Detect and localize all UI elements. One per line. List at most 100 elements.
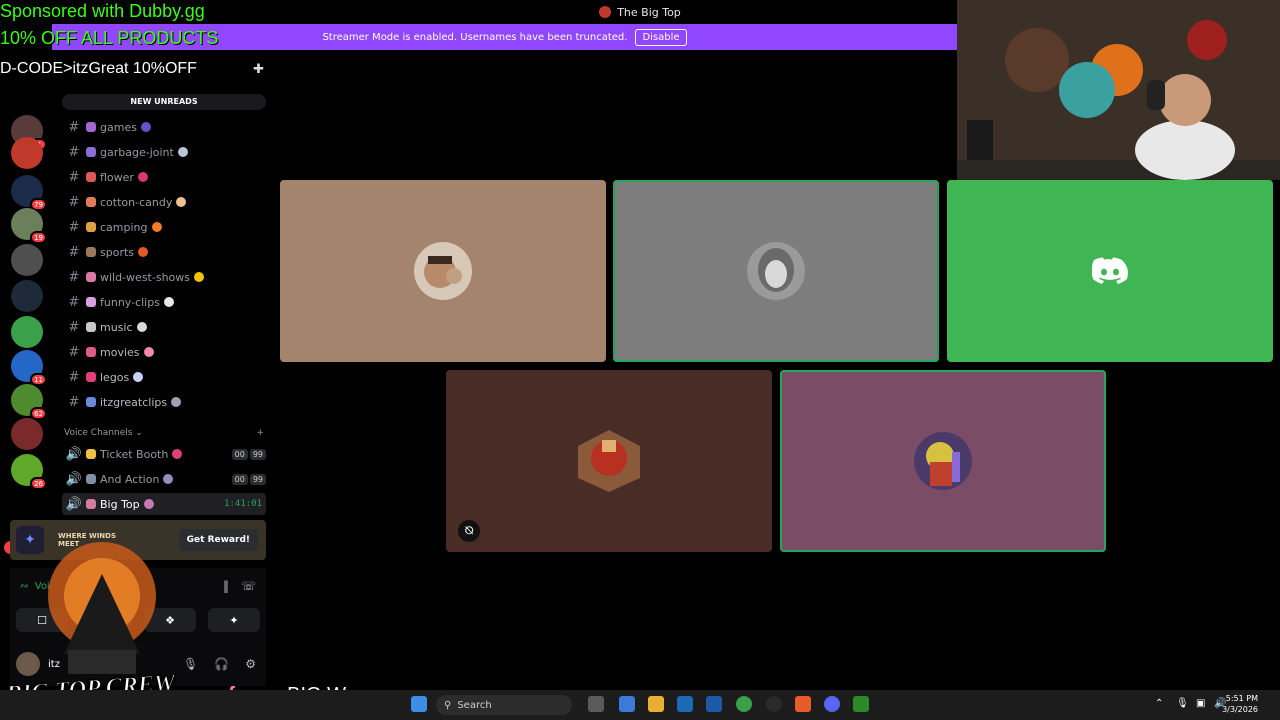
channel-label: wild-west-shows xyxy=(100,270,190,284)
file-explorer-icon[interactable] xyxy=(648,696,664,712)
server-icon[interactable]: 26 xyxy=(11,454,47,490)
outlook-icon[interactable] xyxy=(706,696,722,712)
skull-icon xyxy=(163,297,174,307)
channel-label: itzgreatclips xyxy=(100,395,168,409)
hash-icon: # xyxy=(68,369,80,385)
disconnect-icon[interactable]: ☏ xyxy=(241,579,256,593)
obs-icon[interactable] xyxy=(766,696,782,712)
chrome-icon[interactable] xyxy=(736,696,752,712)
hash-icon: # xyxy=(68,319,80,335)
store-icon[interactable] xyxy=(677,696,693,712)
channel-emoji-icon xyxy=(86,272,96,282)
channel-emoji-icon xyxy=(86,147,96,157)
webcam-overlay xyxy=(957,0,1280,180)
speaker-icon: 🔊 xyxy=(65,496,83,512)
app-icon[interactable] xyxy=(853,696,869,712)
channel-emoji-icon xyxy=(86,499,96,509)
new-unreads-pill[interactable]: NEW UNREADS xyxy=(62,94,266,110)
hash-icon: # xyxy=(68,194,80,210)
channel-emoji-icon xyxy=(86,347,96,357)
voice-channel-label: And Action xyxy=(100,472,160,486)
voice-channel-item[interactable]: 🔊 And Action 00 99 xyxy=(62,468,266,490)
channel-item[interactable]: # cotton-candy xyxy=(62,191,266,213)
voice-channel-item[interactable]: 🔊 Ticket Booth 00 99 xyxy=(62,443,266,465)
soundboard-icon[interactable]: ‖ xyxy=(223,579,229,593)
task-view-icon[interactable] xyxy=(588,696,604,712)
channel-item[interactable]: # movies xyxy=(62,341,266,363)
channel-item[interactable]: # camping xyxy=(62,216,266,238)
participant-tile[interactable] xyxy=(280,180,606,362)
discount-overlay-text: 10% OFF ALL PRODUCTS xyxy=(0,28,219,48)
channel-emoji-icon xyxy=(140,122,151,132)
channel-item[interactable]: # garbage-joint xyxy=(62,141,266,163)
channel-emoji-icon xyxy=(163,474,174,484)
server-icon[interactable] xyxy=(11,316,43,348)
participant-tile[interactable] xyxy=(613,180,939,362)
copilot-icon[interactable] xyxy=(619,696,635,712)
server-icon[interactable]: 62 xyxy=(11,384,47,420)
headphones-icon[interactable]: 🎧 xyxy=(214,657,229,671)
channel-label: flower xyxy=(100,170,134,184)
hash-icon: # xyxy=(68,269,80,285)
speaker-icon: 🔊 xyxy=(65,446,83,462)
add-member-icon[interactable]: ✚ xyxy=(253,62,264,77)
taskbar-search[interactable]: ⚲ Search xyxy=(436,695,572,715)
channel-item[interactable]: # music xyxy=(62,316,266,338)
voice-channel-item-active[interactable]: 🔊 Big Top 1:41:01 xyxy=(62,493,266,515)
channel-item[interactable]: # games xyxy=(62,116,266,138)
channel-item[interactable]: # itzgreatclips xyxy=(62,391,266,413)
participant-tile[interactable] xyxy=(780,370,1106,552)
call-timer: 1:41:01 xyxy=(224,499,262,509)
window-title: The Big Top xyxy=(617,5,681,19)
channel-item[interactable]: # funny-clips xyxy=(62,291,266,313)
add-channel-icon[interactable]: + xyxy=(256,428,264,438)
user-limit: 99 xyxy=(249,473,266,485)
channel-emoji-icon xyxy=(177,147,188,157)
channel-emoji-icon xyxy=(86,322,96,332)
gear-icon[interactable]: ⚙ xyxy=(245,657,256,671)
effects-button[interactable]: ✦ xyxy=(208,608,260,632)
channel-emoji-icon xyxy=(86,172,96,182)
channel-item[interactable]: # sports xyxy=(62,241,266,263)
channel-emoji-icon xyxy=(86,297,96,307)
clock[interactable]: 5:51 PM 3/3/2026 xyxy=(1222,693,1258,715)
server-icon[interactable] xyxy=(11,137,43,169)
channel-item[interactable]: # legos xyxy=(62,366,266,388)
channel-emoji-icon xyxy=(86,122,96,132)
channel-label: movies xyxy=(100,345,140,359)
hash-icon: # xyxy=(68,144,80,160)
channel-emoji-icon xyxy=(137,172,148,182)
server-icon xyxy=(599,6,612,18)
network-icon[interactable]: ▣ xyxy=(1196,698,1205,709)
user-count: 00 xyxy=(231,473,248,485)
clock-date: 3/3/2026 xyxy=(1222,705,1258,714)
channel-emoji-icon xyxy=(86,449,96,459)
start-menu-icon[interactable] xyxy=(411,696,427,712)
voice-category-header[interactable]: Voice Channels ⌄ + xyxy=(64,428,264,438)
participant-avatar xyxy=(414,242,472,300)
microphone-icon[interactable]: 🎙 xyxy=(1176,698,1189,709)
disable-streamer-mode-button[interactable]: Disable xyxy=(635,28,687,46)
chevron-down-icon: ⌄ xyxy=(135,428,143,438)
server-icon[interactable] xyxy=(11,418,43,450)
participant-tile[interactable]: ⦰ xyxy=(446,370,772,552)
server-icon[interactable] xyxy=(11,244,43,276)
channel-label: games xyxy=(100,120,137,134)
server-icon[interactable] xyxy=(11,280,43,312)
star-icon xyxy=(194,272,204,282)
hash-icon: # xyxy=(68,169,80,185)
server-icon[interactable]: 19 xyxy=(11,208,47,244)
channel-item[interactable]: # wild-west-shows xyxy=(62,266,266,288)
hash-icon: # xyxy=(68,119,80,135)
channel-item[interactable]: # flower xyxy=(62,166,266,188)
participant-tile[interactable] xyxy=(947,180,1273,362)
server-icon[interactable]: 79 xyxy=(11,175,47,211)
streamer-mode-text: Streamer Mode is enabled. Usernames have… xyxy=(322,31,628,43)
participant-avatar xyxy=(914,432,972,490)
server-icon[interactable]: 11 xyxy=(11,350,47,386)
discord-icon[interactable] xyxy=(824,696,840,712)
chevron-up-icon[interactable]: ⌃ xyxy=(1155,698,1163,709)
brave-icon[interactable] xyxy=(795,696,811,712)
sponsor-overlay-text: Sponsored with Dubby.gg xyxy=(0,1,205,21)
channel-emoji-icon xyxy=(86,397,96,407)
